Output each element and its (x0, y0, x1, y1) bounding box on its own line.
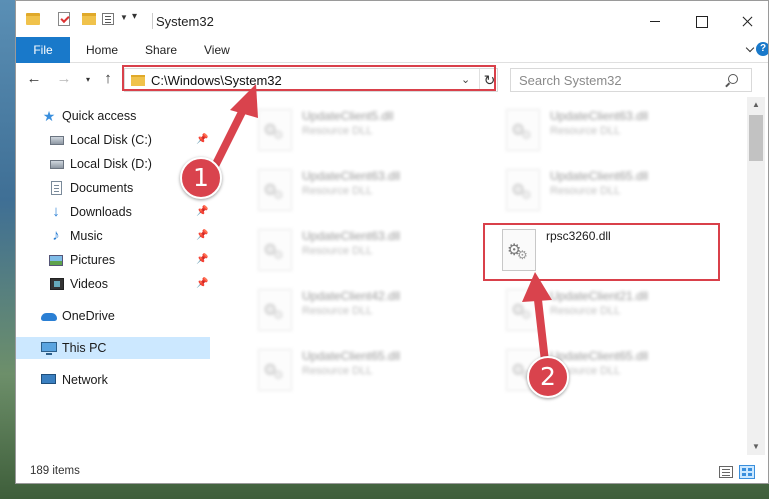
arrow-1-shaft (208, 104, 248, 176)
arrow-1-head (230, 84, 258, 118)
annotation-arrows (208, 84, 552, 374)
step-1-marker: 1 (180, 157, 222, 199)
arrow-2-head (522, 272, 552, 302)
step-2-marker: 2 (527, 356, 569, 398)
